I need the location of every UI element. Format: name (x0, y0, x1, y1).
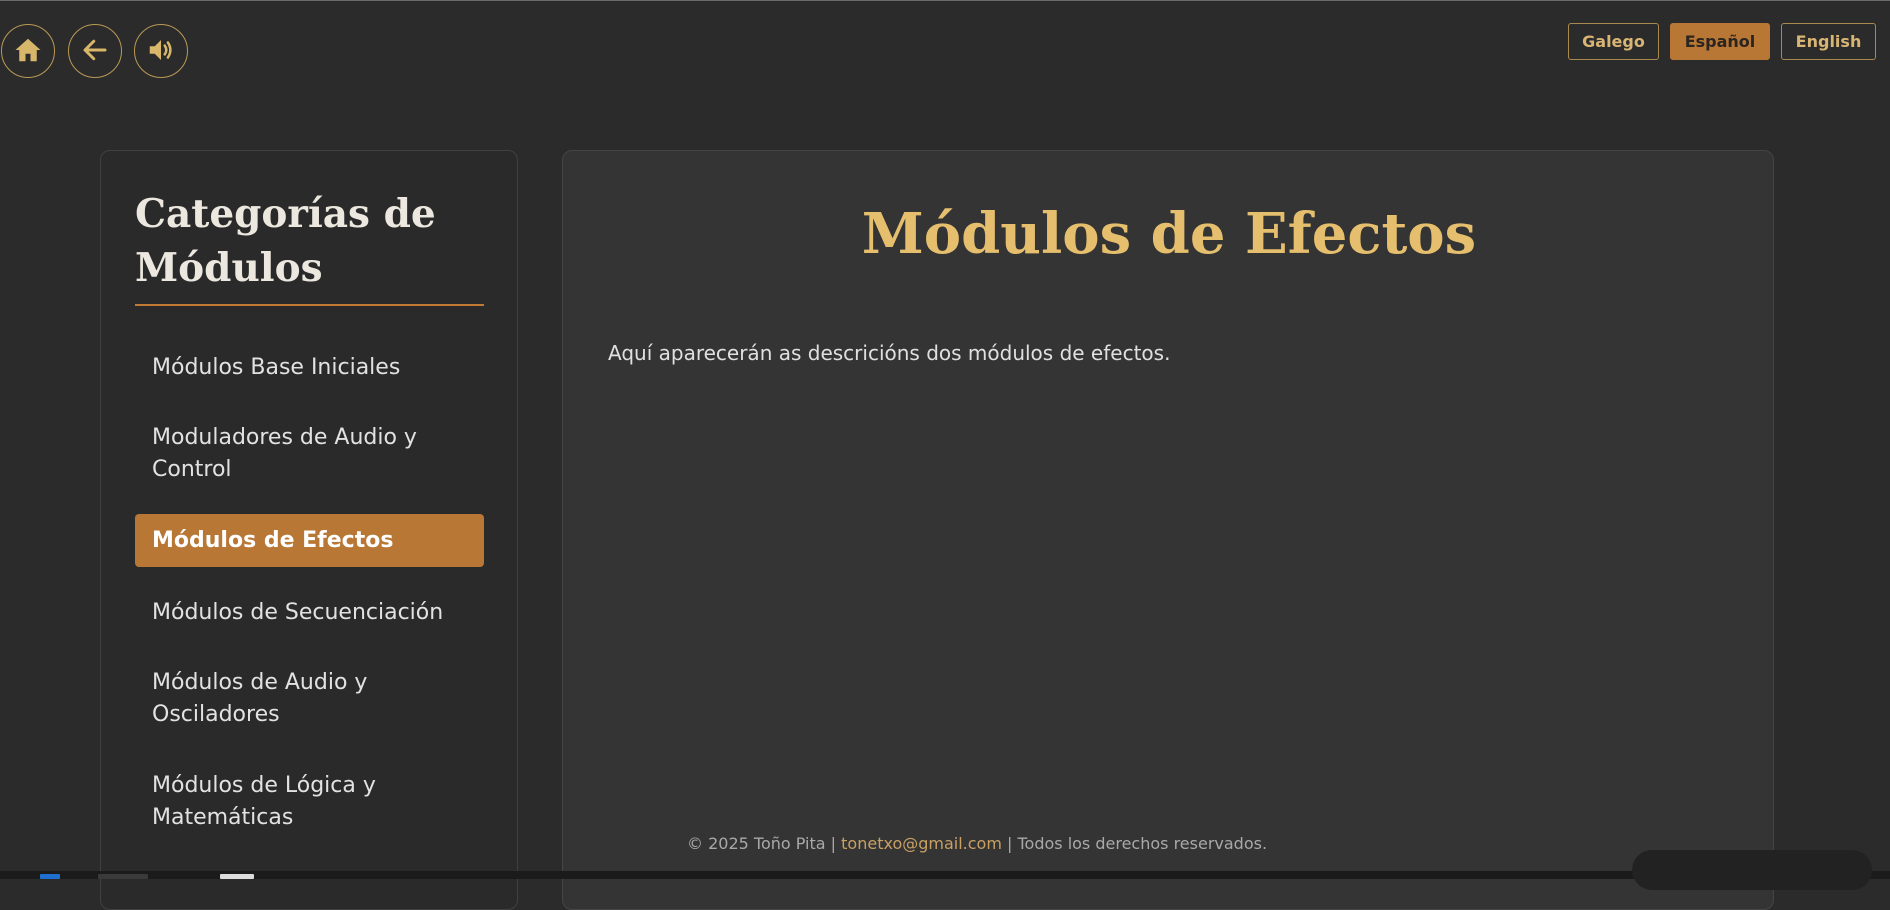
language-english-button[interactable]: English (1781, 23, 1876, 60)
sidebar-item-logica-matematicas[interactable]: Módulos de Lógica y Matemáticas (135, 770, 484, 834)
taskbar-app-icon[interactable] (98, 874, 148, 879)
language-galego-button[interactable]: Galego (1568, 23, 1659, 60)
footer-rights: | Todos los derechos reservados. (1001, 834, 1268, 853)
sidebar-item-secuenciacion[interactable]: Módulos de Secuenciación (135, 597, 484, 629)
sidebar-item-moduladores[interactable]: Moduladores de Audio y Control (135, 422, 484, 486)
speaker-icon (146, 35, 176, 68)
page-title: Módulos de Efectos (861, 201, 1477, 267)
back-button[interactable] (68, 24, 122, 78)
sound-button[interactable] (134, 24, 188, 78)
sidebar-divider (135, 304, 484, 306)
sidebar-item-audio-osciladores[interactable]: Módulos de Audio y Osciladores (135, 667, 484, 731)
footer: © 2025 Toño Pita | tonetxo@gmail.com | T… (687, 833, 1267, 855)
footer-email-link[interactable]: tonetxo@gmail.com (841, 834, 1002, 853)
os-taskbar (0, 871, 1890, 879)
footer-copyright: © 2025 Toño Pita | (687, 834, 842, 853)
category-sidebar: Categorías de Módulos Módulos Base Inici… (100, 150, 518, 910)
language-espanol-button[interactable]: Español (1670, 23, 1770, 60)
content-panel: Módulos de Efectos Aquí aparecerán as de… (562, 150, 1774, 910)
sidebar-item-base-iniciales[interactable]: Módulos Base Iniciales (135, 352, 484, 384)
page-description: Aquí aparecerán as descricións dos módul… (608, 341, 1171, 365)
sidebar-title: Categorías de Módulos (135, 191, 436, 291)
home-icon (13, 35, 43, 68)
taskbar-app-icon[interactable] (220, 874, 254, 879)
top-border (0, 0, 1890, 1)
start-icon[interactable] (40, 874, 60, 879)
arrow-left-icon (80, 35, 110, 68)
sidebar-item-efectos[interactable]: Módulos de Efectos (135, 514, 484, 567)
home-button[interactable] (1, 24, 55, 78)
system-tray[interactable] (1632, 850, 1872, 890)
